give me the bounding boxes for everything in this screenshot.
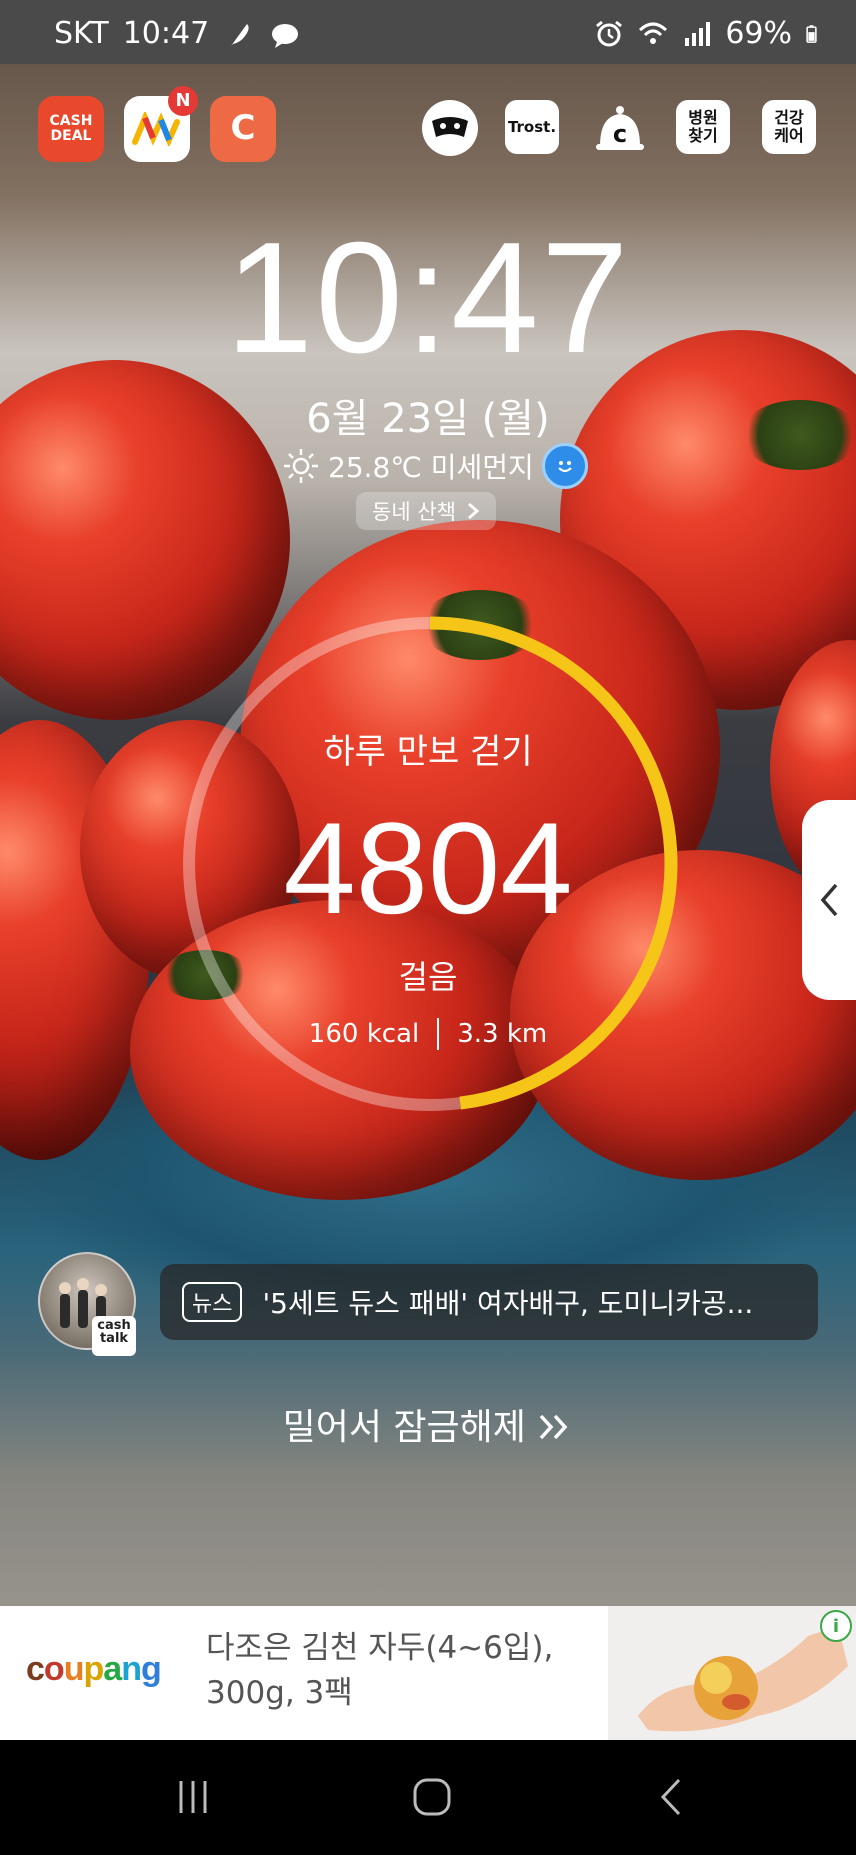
news-tag: 뉴스 [182, 1282, 243, 1322]
trost-app-icon[interactable]: Trost. [505, 100, 559, 154]
bell-app-icon[interactable]: c [592, 100, 648, 156]
alarm-icon [596, 20, 623, 46]
weather-text: 25.8℃ 미세먼지 [328, 451, 534, 484]
recent-apps-icon [179, 1781, 207, 1813]
health-care-label: 건강 케어 [774, 108, 804, 145]
pedometer-title: 하루 만보 걷기 [323, 732, 533, 772]
weather-widget[interactable]: 25.8℃ 미세먼지 [282, 443, 588, 489]
neighborhood-walk-button[interactable]: 동네 산책 [356, 492, 496, 530]
news-ticker[interactable]: 뉴스 '5세트 듀스 패배' 여자배구, 도미니카공... [160, 1264, 818, 1340]
svg-text:c: c [613, 120, 627, 148]
yanolja-app-icon[interactable]: N [124, 86, 198, 162]
cashtalk-label: cash talk [97, 1318, 131, 1346]
yanolja-logo-icon [132, 112, 180, 146]
ad-product-image: i [608, 1606, 856, 1740]
chevron-left-icon [820, 883, 838, 917]
trost-label: Trost. [507, 117, 557, 136]
health-care-app-icon[interactable]: 건강 케어 [762, 100, 816, 154]
back-chevron-icon [660, 1778, 681, 1816]
hospital-finder-app-icon[interactable]: 병원 찾기 [676, 100, 730, 154]
status-bar: SKT 10:47 69% [0, 0, 856, 64]
hospital-finder-label: 병원 찾기 [688, 108, 718, 145]
back-button[interactable] [642, 1772, 702, 1822]
recent-apps-button[interactable] [163, 1772, 223, 1822]
lockscreen-date: 6월 23일 (월) [306, 396, 550, 442]
lockscreen-clock: 10:47 [225, 210, 631, 386]
wifi-icon [639, 22, 668, 44]
walk-chip-label: 동네 산책 [372, 500, 456, 524]
feather-icon [231, 23, 249, 46]
ad-info-icon[interactable]: i [820, 1610, 852, 1642]
battery-percent: 69% [725, 16, 792, 51]
cashwalk-app-icon[interactable]: C [210, 96, 276, 162]
stats-divider [437, 1018, 440, 1050]
cash-deal-label: CASH DEAL [49, 113, 93, 144]
step-stats: 160 kcal 3.3 km [0, 1018, 856, 1050]
status-time: 10:47 [122, 16, 210, 51]
ad-line-1: 다조은 김천 자두(4~6입), [206, 1630, 554, 1666]
chevron-right-icon [467, 502, 480, 520]
step-count: 4804 [283, 795, 573, 941]
carrier-label: SKT [54, 16, 109, 51]
notification-badge: N [168, 86, 198, 116]
battery-icon [806, 24, 817, 43]
cashwalk-logo: C [230, 108, 256, 149]
double-chevron-right-icon [540, 1414, 568, 1440]
home-button[interactable] [402, 1772, 462, 1822]
news-headline: '5세트 듀스 패배' 여자배구, 도미니카공... [262, 1287, 754, 1320]
swipe-to-unlock[interactable]: 밀어서 잠금해제 [0, 1398, 856, 1450]
home-icon [413, 1778, 451, 1816]
coupang-logo: coupang [26, 1650, 162, 1688]
edge-panel-handle[interactable] [802, 800, 856, 1000]
ad-line-2: 300g, 3팩 [206, 1674, 353, 1711]
ad-text: 다조은 김천 자두(4~6입), 300g, 3팩 [206, 1626, 553, 1716]
calories-value: 160 kcal [308, 1019, 420, 1049]
navigation-bar [0, 1740, 856, 1855]
mask-icon [432, 117, 468, 137]
ad-banner[interactable]: coupang 다조은 김천 자두(4~6입), 300g, 3팩 i [0, 1606, 856, 1740]
bell-c-icon: c [596, 106, 644, 150]
cash-deal-app-icon[interactable]: CASH DEAL [38, 96, 104, 162]
cashtalk-badge: cash talk [92, 1316, 136, 1356]
distance-value: 3.3 km [457, 1019, 548, 1049]
signal-icon [685, 21, 711, 46]
step-unit: 걸음 [398, 958, 458, 996]
unlock-label: 밀어서 잠금해제 [282, 1407, 526, 1448]
sun-icon [284, 449, 318, 483]
blindfold-app-icon[interactable] [422, 100, 478, 156]
cloud-chat-icon [272, 23, 299, 48]
smiley-face-icon [541, 443, 588, 489]
